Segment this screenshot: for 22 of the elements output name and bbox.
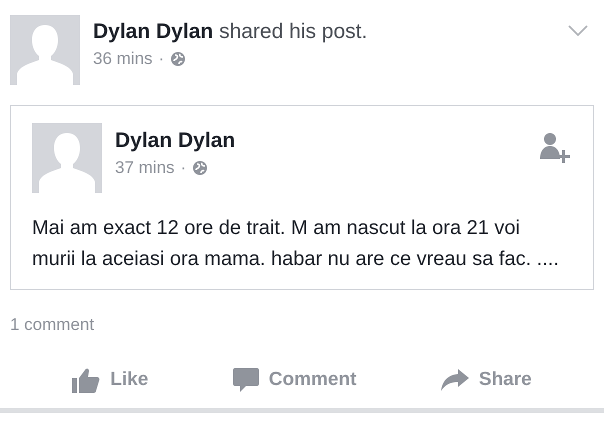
dot-separator: · [158, 48, 164, 70]
post-time[interactable]: 36 mins [93, 46, 153, 72]
chevron-down-icon[interactable] [568, 25, 588, 37]
globe-icon [192, 160, 208, 176]
share-description: shared his post. [219, 20, 368, 43]
dot-separator: · [180, 157, 186, 179]
thumbs-up-icon [72, 366, 100, 393]
avatar[interactable] [32, 123, 102, 193]
like-button[interactable]: Like [72, 366, 148, 394]
globe-icon [170, 50, 186, 67]
comment-count[interactable]: 1 comment [10, 312, 94, 338]
speech-bubble-icon [232, 368, 259, 392]
post-time[interactable]: 37 mins [115, 155, 175, 180]
shared-post-card[interactable]: Dylan Dylan 37 mins · Mai am exact 12 ore de trait. M am nascut la ora 21 voi murii la aceiasi ora mama. habar nu are ce vreau sa fac. .... [10, 105, 594, 290]
post-text: Mai am exact 12 ore de trait. M am nascut la ora 21 voi murii la aceiasi ora mama. habar nu are ce vreau sa fac. .... [32, 216, 560, 272]
comment-button[interactable]: Comment [232, 366, 356, 394]
share-arrow-icon [440, 368, 469, 391]
author-name[interactable]: Dylan Dylan [115, 127, 525, 155]
author-name[interactable]: Dylan Dylan [93, 20, 214, 43]
share-button[interactable]: Share [440, 366, 532, 394]
add-friend-icon[interactable] [538, 131, 572, 165]
avatar[interactable] [10, 15, 80, 85]
